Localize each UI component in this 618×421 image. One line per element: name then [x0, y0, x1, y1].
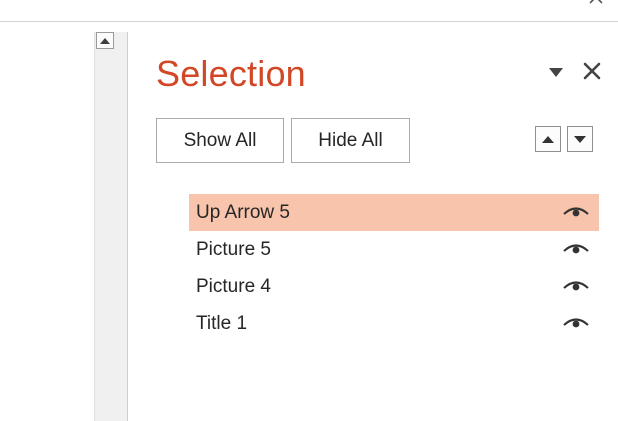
- triangle-down-icon: [574, 135, 586, 143]
- vertical-scrollbar[interactable]: [94, 32, 128, 421]
- pane-close-button[interactable]: [580, 59, 604, 83]
- triangle-up-icon: [542, 135, 554, 143]
- list-item-label: Title 1: [196, 312, 248, 334]
- window-close-icon[interactable]: [586, 0, 606, 7]
- list-item-label: Picture 4: [196, 275, 271, 297]
- scroll-up-button[interactable]: [96, 32, 114, 49]
- bring-forward-button[interactable]: [535, 126, 561, 152]
- triangle-down-icon: [549, 67, 563, 77]
- list-item-label: Picture 5: [196, 238, 271, 260]
- list-item[interactable]: Up Arrow 5: [189, 194, 599, 231]
- list-item-label: Up Arrow 5: [196, 201, 290, 223]
- list-item[interactable]: Title 1: [189, 305, 599, 342]
- top-divider: [0, 21, 618, 22]
- eye-icon[interactable]: [561, 279, 591, 295]
- eye-icon[interactable]: [561, 205, 591, 221]
- send-backward-button[interactable]: [567, 126, 593, 152]
- pane-title: Selection: [156, 53, 306, 94]
- list-item[interactable]: Picture 4: [189, 268, 599, 305]
- pane-options-button[interactable]: [544, 60, 568, 84]
- selection-list: Up Arrow 5 Picture 5 Picture 4 Title 1: [189, 194, 599, 342]
- list-item[interactable]: Picture 5: [189, 231, 599, 268]
- triangle-up-icon: [100, 37, 110, 44]
- show-all-button[interactable]: Show All: [156, 118, 284, 163]
- hide-all-button[interactable]: Hide All: [291, 118, 410, 163]
- eye-icon[interactable]: [561, 242, 591, 258]
- close-icon: [583, 62, 601, 80]
- eye-icon[interactable]: [561, 316, 591, 332]
